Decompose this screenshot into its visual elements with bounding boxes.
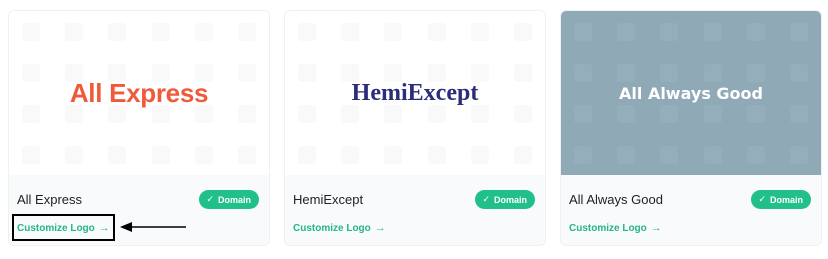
logo-text: All Always Good [619,83,763,103]
logo-card-all-always-good[interactable]: All Always Good All Always Good ✓ Domain… [560,10,822,246]
logo-name: HemiExcept [293,192,364,207]
logo-preview[interactable]: All Express [9,11,269,175]
logo-name: All Express [17,192,83,207]
logo-preview[interactable]: All Always Good [561,11,821,175]
logo-card-all-express[interactable]: All Express All Express ✓ Domain Customi… [8,10,270,246]
logo-card-hemiexcept[interactable]: HemiExcept HemiExcept ✓ Domain Customize… [284,10,546,246]
check-icon: ✓ [206,194,214,204]
arrow-right-icon: → [650,222,662,234]
check-icon: ✓ [482,194,490,204]
logo-text: All Express [69,77,209,108]
logo-name: All Always Good [569,192,663,207]
logo-preview[interactable]: HemiExcept [285,11,545,175]
customize-logo-link[interactable]: Customize Logo → [17,222,110,234]
customize-logo-link[interactable]: Customize Logo → [569,222,662,234]
logo-text: HemiExcept [351,79,479,106]
customize-logo-label: Customize Logo [17,222,95,234]
customize-logo-label: Customize Logo [293,222,371,234]
check-icon: ✓ [758,194,766,204]
arrow-right-icon: → [374,222,386,234]
arrow-right-icon: → [98,222,110,234]
annotation-arrow-icon [120,222,186,232]
badge-label: Domain [217,194,251,205]
domain-badge: ✓ Domain [751,190,811,209]
customize-logo-label: Customize Logo [569,222,647,234]
customize-logo-link[interactable]: Customize Logo → [293,222,386,234]
domain-badge: ✓ Domain [199,190,259,209]
badge-label: Domain [769,194,803,205]
domain-badge: ✓ Domain [475,190,535,209]
badge-label: Domain [493,194,527,205]
